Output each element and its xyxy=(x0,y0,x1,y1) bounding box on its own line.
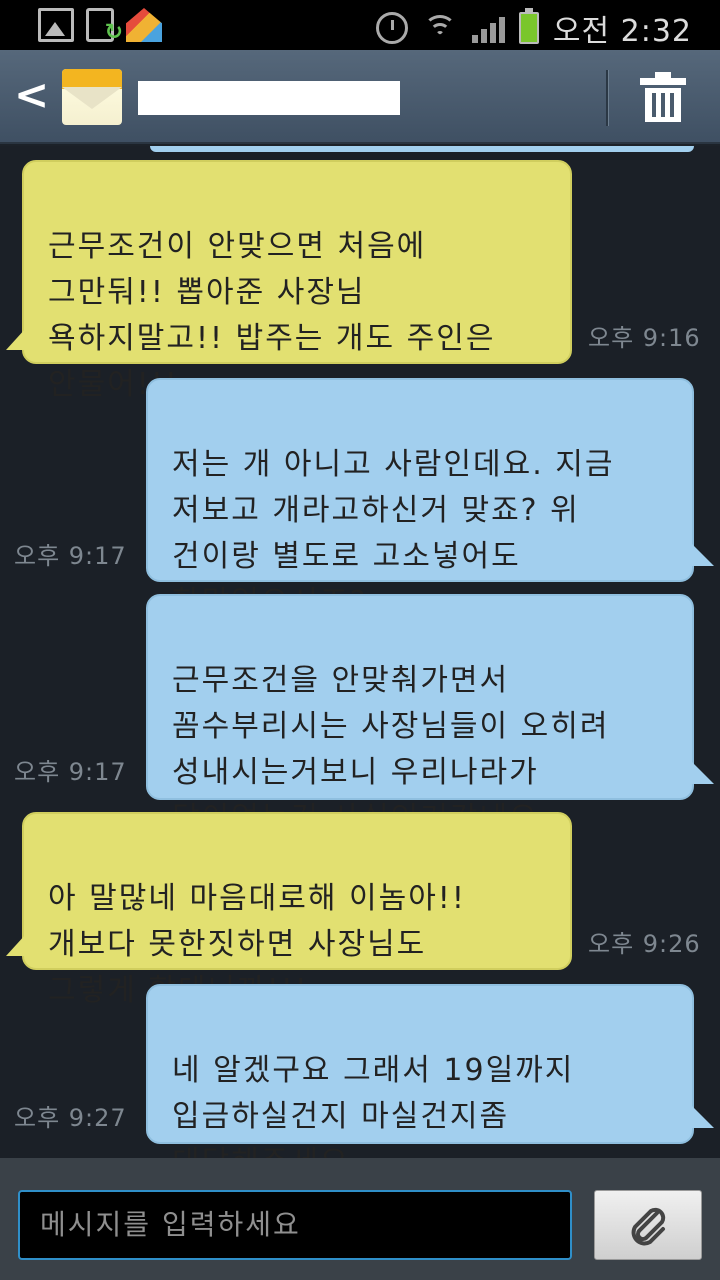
system-icons: 오전 2:32 xyxy=(375,6,692,50)
envelope-icon xyxy=(62,69,122,125)
message-timestamp: 오후 9:17 xyxy=(14,758,127,786)
contact-name-redacted xyxy=(138,81,400,115)
message-bubble-outgoing[interactable]: 네 알겠구요 그래서 19일까지 입금하실건지 마실건지좀 대답해주세요. xyxy=(146,984,714,1180)
alarm-icon xyxy=(375,12,408,44)
clock: 오전 2:32 xyxy=(552,14,692,49)
message-timestamp: 오후 9:16 xyxy=(588,324,701,352)
gallery-icon xyxy=(38,8,74,42)
chevron-left-icon[interactable]: < xyxy=(14,74,49,116)
signal-icon xyxy=(471,13,505,43)
attach-button[interactable] xyxy=(594,1190,702,1260)
launcher-home-icon xyxy=(126,8,162,42)
previous-message-edge xyxy=(150,146,694,152)
message-bubble-outgoing[interactable]: 근무조건을 안맞춰가면서 꼼수부리시는 사장님들이 오히려 성내시는거보니 우리… xyxy=(146,594,714,836)
messaging-screen: 오전 2:32 < 근무조건이 안맞으면 처음에 그만둬!! 뽑아준 사장님 욕… xyxy=(0,0,720,1280)
message-text: 근무조건을 안맞춰가면서 꼼수부리시는 사장님들이 오히려 성내시는거보니 우리… xyxy=(172,663,610,836)
message-bubble-incoming[interactable]: 아 말많네 마음대로해 이놈아!! 개보다 못한짓하면 사장님도 그렇게 할테니… xyxy=(6,812,572,1008)
message-text: 근무조건이 안맞으면 처음에 그만둬!! 뽑아준 사장님 욕하지말고!! 밥주는… xyxy=(48,229,496,402)
notification-icons xyxy=(38,8,162,45)
message-bubble-incoming[interactable]: 근무조건이 안맞으면 처음에 그만둬!! 뽑아준 사장님 욕하지말고!! 밥주는… xyxy=(6,160,572,402)
conversation-header: < xyxy=(0,50,720,144)
header-divider xyxy=(606,70,608,126)
paperclip-icon xyxy=(631,1207,666,1246)
message-timestamp: 오후 9:17 xyxy=(14,542,127,570)
status-bar: 오전 2:32 xyxy=(0,0,720,50)
wifi-icon xyxy=(422,13,458,43)
message-input[interactable]: 메시지를 입력하세요 xyxy=(18,1190,572,1260)
composer-bar: 메시지를 입력하세요 xyxy=(0,1158,720,1280)
message-timestamp: 오후 9:27 xyxy=(14,1104,127,1132)
upload-icon xyxy=(86,8,123,45)
message-list[interactable]: 근무조건이 안맞으면 처음에 그만둬!! 뽑아준 사장님 욕하지말고!! 밥주는… xyxy=(0,146,720,1180)
battery-icon xyxy=(518,8,539,44)
trash-icon[interactable] xyxy=(640,72,686,124)
message-bubble-outgoing[interactable]: 저는 개 아니고 사람인데요. 지금 저보고 개라고하신거 맞죠? 위 건이랑 … xyxy=(146,378,714,620)
message-timestamp: 오후 9:26 xyxy=(588,930,701,958)
